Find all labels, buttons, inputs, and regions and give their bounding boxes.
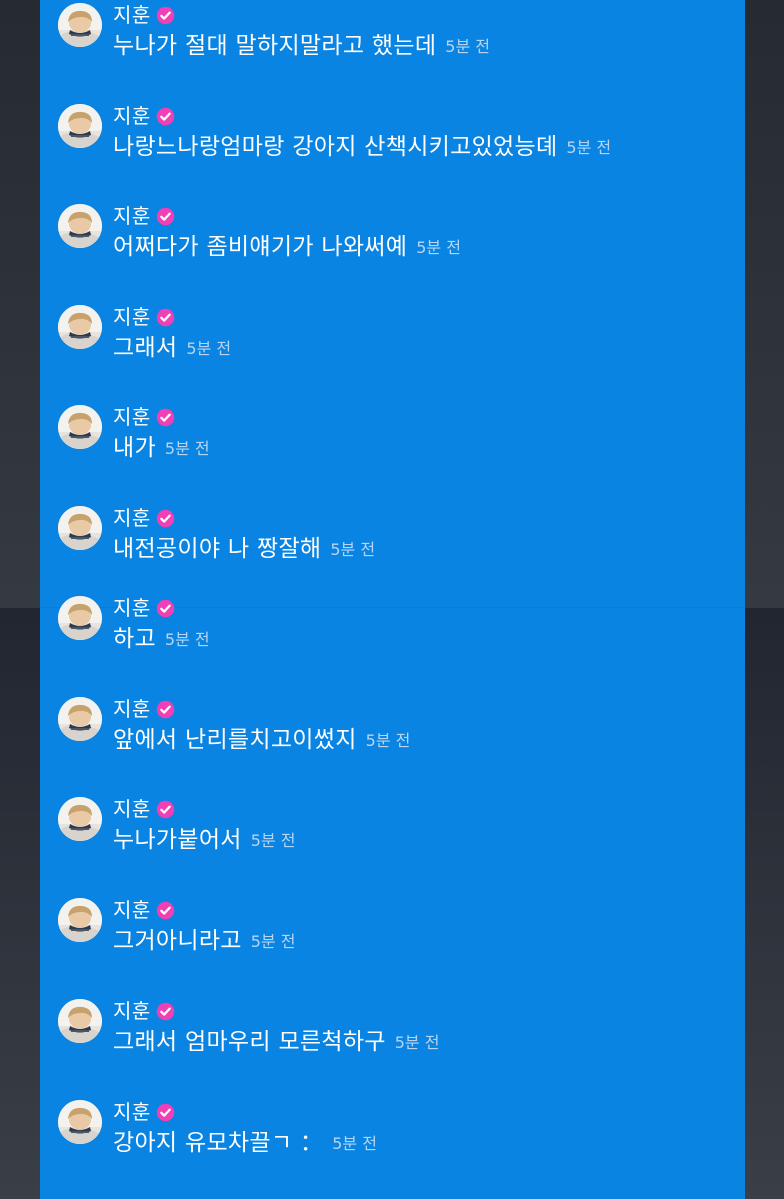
comment-item: 지훈 하고 5분 전 [40, 581, 745, 671]
avatar[interactable] [58, 797, 102, 841]
comment-text: 그거아니라고 [113, 928, 242, 954]
comment-item: 지훈 앞에서 난리를치고이썼지 5분 전 [40, 682, 745, 772]
comment-text: 앞에서 난리를치고이썼지 [113, 727, 357, 753]
comment-item: 지훈 그래서 엄마우리 모른척하구 5분 전 [40, 984, 745, 1074]
author-row: 지훈 [113, 996, 175, 1026]
author-row: 지훈 [113, 302, 175, 332]
verified-check-icon [156, 509, 175, 528]
verified-check-icon [156, 308, 175, 327]
comment-item: 지훈 누나가 절대 말하지말라고 했는데 5분 전 [40, 0, 745, 78]
comment-timestamp: 5분 전 [164, 439, 210, 458]
comment-text: 그래서 엄마우리 모른척하구 [113, 1029, 386, 1055]
comment-item: 지훈 어쩌다가 좀비얘기가 나와써예 5분 전 [40, 189, 745, 279]
comment-text: 하고 [113, 626, 156, 652]
left-margin [0, 0, 40, 1199]
comment-text: 누나가붙어서 [113, 827, 242, 853]
author-row: 지훈 [113, 593, 175, 623]
author-row: 지훈 [113, 794, 175, 824]
author-name[interactable]: 지훈 [113, 503, 151, 533]
author-name[interactable]: 지훈 [113, 0, 151, 30]
author-row: 지훈 [113, 402, 175, 432]
comment-timestamp: 5분 전 [164, 630, 210, 649]
comment-text: 내전공이야 나 짱잘해 [113, 536, 322, 562]
author-row: 지훈 [113, 694, 175, 724]
verified-check-icon [156, 599, 175, 618]
verified-check-icon [156, 800, 175, 819]
verified-check-icon [156, 1103, 175, 1122]
comment-timestamp: 5분 전 [330, 540, 376, 559]
avatar[interactable] [58, 305, 102, 349]
author-row: 지훈 [113, 0, 175, 30]
comment-item: 지훈 강아지 유모차끌ㄱ ： 5분 전 [40, 1085, 745, 1175]
comment-row: 그거아니라고 5분 전 [113, 924, 295, 958]
right-margin [745, 0, 784, 1199]
avatar[interactable] [58, 405, 102, 449]
verified-check-icon [156, 107, 175, 126]
avatar[interactable] [58, 3, 102, 47]
avatar[interactable] [58, 999, 102, 1043]
comment-timestamp: 5분 전 [332, 1134, 377, 1153]
avatar[interactable] [58, 1100, 102, 1144]
comment-text: 나랑느나랑엄마랑 강아지 산책시키고있었능뎨 [113, 134, 558, 160]
comment-text: 어쩌다가 좀비얘기가 나와써예 [113, 234, 408, 260]
comment-row: 내전공이야 나 짱잘해 5분 전 [113, 532, 375, 566]
comment-row: 그래서 5분 전 [113, 331, 231, 365]
avatar[interactable] [58, 697, 102, 741]
comment-item: 지훈 그거아니라고 5분 전 [40, 883, 745, 973]
author-row: 지훈 [113, 895, 175, 925]
comment-text: 강아지 유모차끌ㄱ ： [113, 1130, 324, 1156]
comment-timestamp: 5분 전 [416, 238, 461, 257]
author-row: 지훈 [113, 503, 175, 533]
comment-row: 누나가붙어서 5분 전 [113, 823, 295, 857]
comment-row: 나랑느나랑엄마랑 강아지 산책시키고있었능뎨 5분 전 [113, 130, 611, 164]
verified-check-icon [156, 700, 175, 719]
verified-check-icon [156, 901, 175, 920]
comment-row: 그래서 엄마우리 모른척하구 5분 전 [113, 1025, 439, 1059]
author-name[interactable]: 지훈 [113, 1097, 151, 1127]
author-name[interactable]: 지훈 [113, 402, 151, 432]
author-name[interactable]: 지훈 [113, 794, 151, 824]
author-name[interactable]: 지훈 [113, 101, 151, 131]
comment-item: 지훈 내전공이야 나 짱잘해 5분 전 [40, 491, 745, 581]
comment-timestamp: 5분 전 [250, 932, 296, 951]
comment-row: 하고 5분 전 [113, 622, 210, 656]
verified-check-icon [156, 1002, 175, 1021]
comment-timestamp: 5분 전 [250, 831, 296, 850]
comment-row: 누나가 절대 말하지말라고 했는데 5분 전 [113, 29, 490, 63]
comment-text: 그래서 [113, 335, 178, 361]
author-name[interactable]: 지훈 [113, 201, 151, 231]
comment-text: 내가 [113, 435, 156, 461]
comment-row: 강아지 유모차끌ㄱ ： 5분 전 [113, 1126, 377, 1160]
comment-item: 지훈 누나가붙어서 5분 전 [40, 782, 745, 872]
avatar[interactable] [58, 104, 102, 148]
comment-timestamp: 5분 전 [566, 138, 612, 157]
comment-row: 앞에서 난리를치고이썼지 5분 전 [113, 723, 410, 757]
author-name[interactable]: 지훈 [113, 895, 151, 925]
comment-timestamp: 5분 전 [186, 339, 232, 358]
comment-timestamp: 5분 전 [365, 731, 411, 750]
author-name[interactable]: 지훈 [113, 694, 151, 724]
comment-timestamp: 5분 전 [445, 37, 490, 56]
avatar[interactable] [58, 506, 102, 550]
comment-item: 지훈 내가 5분 전 [40, 390, 745, 480]
comment-row: 어쩌다가 좀비얘기가 나와써예 5분 전 [113, 230, 461, 264]
author-row: 지훈 [113, 201, 175, 231]
author-name[interactable]: 지훈 [113, 996, 151, 1026]
avatar[interactable] [58, 898, 102, 942]
verified-check-icon [156, 408, 175, 427]
author-name[interactable]: 지훈 [113, 593, 151, 623]
author-row: 지훈 [113, 1097, 175, 1127]
comment-item: 지훈 그래서 5분 전 [40, 290, 745, 380]
comment-row: 내가 5분 전 [113, 431, 210, 465]
comment-feed[interactable]: 지훈 누나가 절대 말하지말라고 했는데 5분 전 지훈 나랑느나랑엄마랑 강아… [40, 0, 745, 1199]
comment-item: 지훈 나랑느나랑엄마랑 강아지 산책시키고있었능뎨 5분 전 [40, 89, 745, 179]
avatar[interactable] [58, 596, 102, 640]
comment-timestamp: 5분 전 [394, 1033, 440, 1052]
author-name[interactable]: 지훈 [113, 302, 151, 332]
author-row: 지훈 [113, 101, 175, 131]
comment-text: 누나가 절대 말하지말라고 했는데 [113, 33, 437, 59]
avatar[interactable] [58, 204, 102, 248]
verified-check-icon [156, 207, 175, 226]
verified-check-icon [156, 6, 175, 25]
